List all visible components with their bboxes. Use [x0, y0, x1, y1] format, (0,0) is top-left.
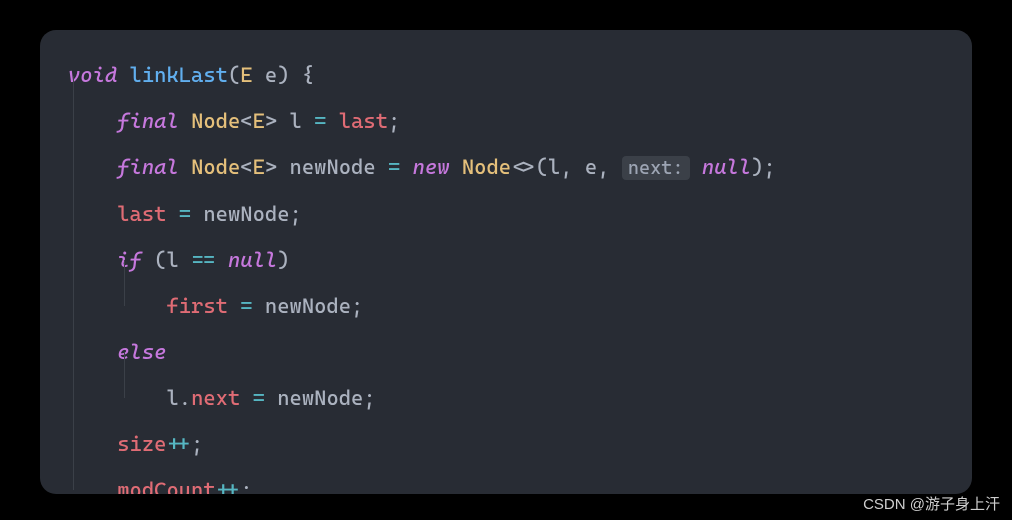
code-line: final Node<E> l = last; [68, 98, 944, 144]
field-next: next [191, 386, 240, 410]
function-name: linkLast [130, 63, 228, 87]
field-size: size [117, 432, 166, 456]
code-line: size++; [68, 421, 944, 467]
code-line: void linkLast(E e) { [68, 52, 944, 98]
keyword-void: void [68, 63, 117, 87]
code-line: last = newNode; [68, 191, 944, 237]
field-last: last [339, 109, 388, 133]
keyword-final: final [117, 155, 179, 179]
ctor-node: Node [462, 155, 511, 179]
code-line: l.next = newNode; [68, 375, 944, 421]
param-name: e [265, 63, 277, 87]
keyword-if: if [117, 248, 142, 272]
keyword-final: final [117, 109, 179, 133]
field-first: first [166, 294, 228, 318]
code-block: void linkLast(E e) { final Node<E> l = l… [40, 30, 972, 494]
var-l: l [290, 109, 302, 133]
keyword-else: else [117, 340, 166, 364]
field-last: last [117, 202, 166, 226]
field-modcount: modCount [117, 478, 215, 494]
code-line: first = newNode; [68, 283, 944, 329]
keyword-null: null [702, 155, 751, 179]
type-node: Node [191, 109, 240, 133]
code-line: if (l == null) [68, 237, 944, 283]
code-line: final Node<E> newNode = new Node<>(l, e,… [68, 144, 944, 191]
code-line: modCount++; [68, 467, 944, 494]
keyword-new: new [413, 155, 450, 179]
code-line: else [68, 329, 944, 375]
var-newnode: newNode [290, 155, 376, 179]
type-node: Node [191, 155, 240, 179]
param-type: E [240, 63, 252, 87]
watermark: CSDN @游子身上汗 [863, 493, 1000, 514]
inlay-hint-next: next: [622, 156, 690, 180]
keyword-null: null [228, 248, 277, 272]
